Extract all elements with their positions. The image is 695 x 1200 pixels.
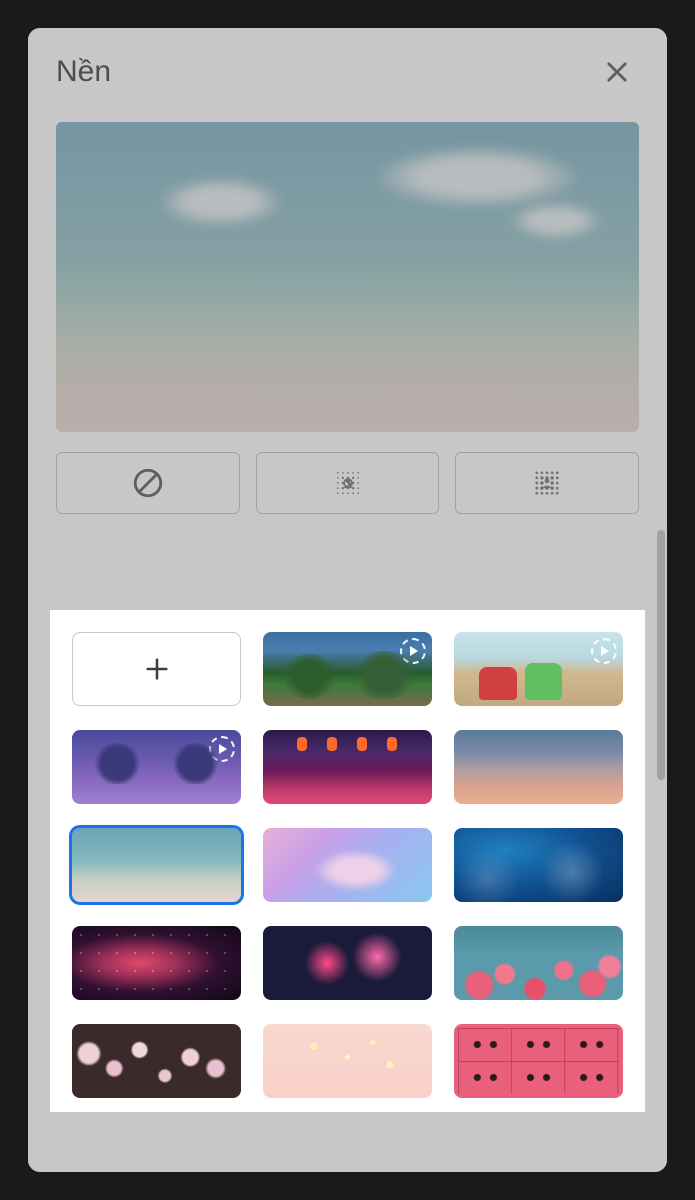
- background-item-flowers[interactable]: [454, 926, 623, 1000]
- blur-strong-icon: [530, 466, 564, 500]
- background-item-water[interactable]: [454, 828, 623, 902]
- background-preview: [56, 122, 639, 432]
- effect-options: [56, 452, 639, 514]
- panel-title: Nền: [56, 55, 111, 89]
- background-item-lanterns[interactable]: [263, 730, 432, 804]
- background-item-cassette[interactable]: [454, 1024, 623, 1098]
- background-item-blossom[interactable]: [72, 1024, 241, 1098]
- scrollbar-thumb[interactable]: [657, 530, 665, 780]
- background-grid: [50, 610, 645, 1112]
- video-badge-icon: [591, 638, 617, 664]
- background-item-beach[interactable]: [72, 828, 241, 902]
- background-item-sunset[interactable]: [454, 730, 623, 804]
- background-item-classroom[interactable]: [454, 632, 623, 706]
- effect-blur-light-button[interactable]: [256, 452, 440, 514]
- background-item-fireworks[interactable]: [263, 926, 432, 1000]
- blur-light-icon: [331, 466, 365, 500]
- effect-blur-strong-button[interactable]: [455, 452, 639, 514]
- video-badge-icon: [400, 638, 426, 664]
- background-add-button[interactable]: [72, 632, 241, 706]
- background-item-clouds[interactable]: [263, 828, 432, 902]
- close-button[interactable]: [595, 50, 639, 94]
- none-icon: [131, 466, 165, 500]
- background-item-forest[interactable]: [263, 632, 432, 706]
- close-icon: [603, 58, 631, 86]
- plus-icon: [143, 655, 171, 683]
- background-item-pink[interactable]: [263, 1024, 432, 1098]
- video-badge-icon: [209, 736, 235, 762]
- background-item-arches[interactable]: [72, 730, 241, 804]
- background-panel: Nền: [28, 28, 667, 1172]
- background-item-nebula[interactable]: [72, 926, 241, 1000]
- panel-header: Nền: [28, 28, 667, 104]
- effect-none-button[interactable]: [56, 452, 240, 514]
